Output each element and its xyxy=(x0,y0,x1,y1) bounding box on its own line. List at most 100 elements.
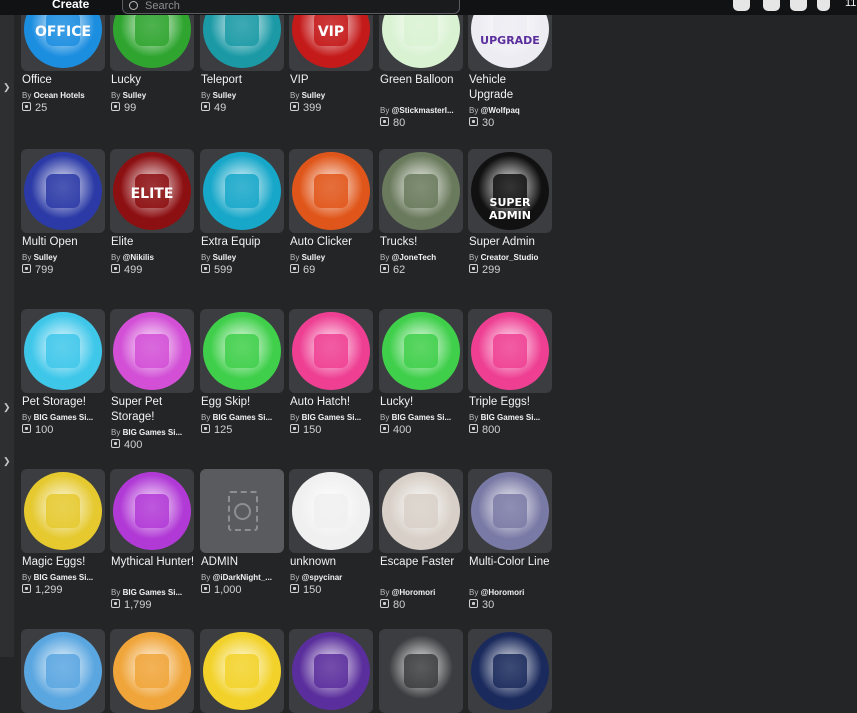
creator-line: By BIG Games Si... xyxy=(201,413,285,422)
creator-name[interactable]: Sulley xyxy=(213,253,237,262)
character-icon xyxy=(292,472,370,550)
price-value: 99 xyxy=(124,102,137,114)
creator-name[interactable]: @spycinar xyxy=(302,573,343,582)
search-input[interactable]: Search xyxy=(122,0,460,14)
creator-line: By Creator_Studio xyxy=(469,253,553,262)
gamepass-name[interactable]: Egg Skip! xyxy=(201,395,285,410)
create-link[interactable]: Create xyxy=(52,0,89,11)
creator-name[interactable]: BIG Games Si... xyxy=(302,413,362,422)
gamepass-thumbnail[interactable] xyxy=(289,629,373,713)
menu-tail[interactable]: 11 xyxy=(845,0,856,9)
friends-icon[interactable] xyxy=(790,0,807,11)
price-value: 1,299 xyxy=(35,584,63,596)
gamepass-name[interactable]: Pet Storage! xyxy=(22,395,106,410)
gamepass-thumbnail[interactable] xyxy=(110,309,194,393)
gamepass-name[interactable]: Escape Faster xyxy=(380,555,464,570)
gamepass-thumbnail[interactable] xyxy=(468,469,552,553)
chevron-right-icon[interactable]: ❯ xyxy=(3,402,11,413)
gamepass-name[interactable]: Super Pet Storage! xyxy=(111,395,195,425)
creator-name[interactable]: @Horomori xyxy=(481,588,525,597)
creator-name[interactable]: BIG Games Si... xyxy=(123,588,183,597)
creator-name[interactable]: @Wolfpaq xyxy=(481,106,520,115)
gamepass-thumbnail[interactable] xyxy=(289,309,373,393)
creator-name[interactable]: @Nikilis xyxy=(123,253,154,262)
gamepass-thumbnail[interactable] xyxy=(110,629,194,713)
creator-name[interactable]: BIG Games Si... xyxy=(213,413,273,422)
gamepass-name[interactable]: ADMIN xyxy=(201,555,285,570)
robux-icon xyxy=(22,264,31,273)
creator-name[interactable]: @StickmasterI... xyxy=(392,106,454,115)
gamepass-name[interactable]: Magic Eggs! xyxy=(22,555,106,570)
gamepass-thumbnail[interactable] xyxy=(21,309,105,393)
gamepass-thumbnail[interactable] xyxy=(200,309,284,393)
gamepass-name[interactable]: Vehicle Upgrade xyxy=(469,73,553,103)
creator-name[interactable]: Sulley xyxy=(302,253,326,262)
gamepass-name[interactable]: Teleport xyxy=(201,73,285,88)
creator-line: By @JoneTech xyxy=(380,253,464,262)
gamepass-name[interactable]: Super Admin xyxy=(469,235,553,250)
creator-name[interactable]: Sulley xyxy=(34,253,58,262)
gamepass-name[interactable]: Extra Equip xyxy=(201,235,285,250)
thumbnail-label: ELITE xyxy=(130,186,174,202)
gamepass-name[interactable]: Elite xyxy=(111,235,195,250)
gamepass-thumbnail[interactable] xyxy=(200,149,284,233)
creator-name[interactable]: BIG Games Si... xyxy=(481,413,541,422)
creator-name[interactable]: @JoneTech xyxy=(392,253,437,262)
creator-name[interactable]: @Horomori xyxy=(392,588,436,597)
gamepass-thumbnail[interactable] xyxy=(200,629,284,713)
gamepass-thumbnail[interactable] xyxy=(110,469,194,553)
creator-name[interactable]: BIG Games Si... xyxy=(392,413,452,422)
gamepass-thumbnail[interactable] xyxy=(21,629,105,713)
creator-line: By Sulley xyxy=(201,253,285,262)
gamepass-name[interactable]: Auto Clicker xyxy=(290,235,374,250)
gamepass-name[interactable]: Lucky xyxy=(111,73,195,88)
gamepass-name[interactable]: unknown xyxy=(290,555,374,570)
gamepass-name[interactable]: Green Balloon xyxy=(380,73,464,88)
price: 150 xyxy=(290,424,321,436)
creator-line: By BIG Games Si... xyxy=(380,413,464,422)
gamepass-thumbnail[interactable] xyxy=(379,629,463,713)
creator-name[interactable]: BIG Games Si... xyxy=(34,413,94,422)
gamepass-name[interactable]: Lucky! xyxy=(380,395,464,410)
gamepass-name[interactable]: Mythical Hunter! xyxy=(111,555,195,570)
gamepass-thumbnail[interactable] xyxy=(289,469,373,553)
gamepass-name[interactable]: Multi-Color Line xyxy=(469,555,553,570)
chat-icon[interactable] xyxy=(763,0,780,11)
gamepass-name[interactable]: Trucks! xyxy=(380,235,464,250)
creator-name[interactable]: @iDarkNight_... xyxy=(213,573,272,582)
gamepass-thumbnail[interactable] xyxy=(289,149,373,233)
gamepass-name[interactable]: Auto Hatch! xyxy=(290,395,374,410)
chevron-right-icon[interactable]: ❯ xyxy=(3,82,11,93)
by-label: By xyxy=(22,253,32,262)
gamepass-thumbnail[interactable]: SUPER ADMIN xyxy=(468,149,552,233)
gamepass-name[interactable]: VIP xyxy=(290,73,374,88)
gamepass-thumbnail[interactable]: ELITE xyxy=(110,149,194,233)
creator-line: By @Wolfpaq xyxy=(469,106,553,115)
gamepass-name[interactable]: Multi Open xyxy=(22,235,106,250)
creator-name[interactable]: Sulley xyxy=(123,91,147,100)
robux-icon[interactable] xyxy=(733,0,750,11)
creator-name[interactable]: Creator_Studio xyxy=(481,253,539,262)
no-image-icon[interactable] xyxy=(200,469,284,553)
creator-name[interactable]: Sulley xyxy=(213,91,237,100)
creator-name[interactable]: BIG Games Si... xyxy=(123,428,183,437)
gamepass-thumbnail[interactable] xyxy=(21,149,105,233)
robux-icon xyxy=(380,117,389,126)
clock-icon xyxy=(382,472,460,550)
creator-name[interactable]: BIG Games Si... xyxy=(34,573,94,582)
by-label: By xyxy=(380,106,390,115)
gamepass-thumbnail[interactable] xyxy=(21,469,105,553)
shield-icon[interactable] xyxy=(817,0,830,11)
creator-name[interactable]: Sulley xyxy=(302,91,326,100)
chevron-right-icon[interactable]: ❯ xyxy=(3,456,11,467)
gamepass-name[interactable]: Office xyxy=(22,73,106,88)
gamepass-thumbnail[interactable] xyxy=(468,309,552,393)
gamepass-name[interactable]: Triple Eggs! xyxy=(469,395,553,410)
gamepass-thumbnail[interactable] xyxy=(379,469,463,553)
gamepass-thumbnail[interactable] xyxy=(468,629,552,713)
creator-name[interactable]: Ocean Hotels xyxy=(34,91,85,100)
gamepass-thumbnail[interactable] xyxy=(379,149,463,233)
search-icon xyxy=(129,1,138,10)
price: 399 xyxy=(290,102,321,114)
gamepass-thumbnail[interactable] xyxy=(379,309,463,393)
